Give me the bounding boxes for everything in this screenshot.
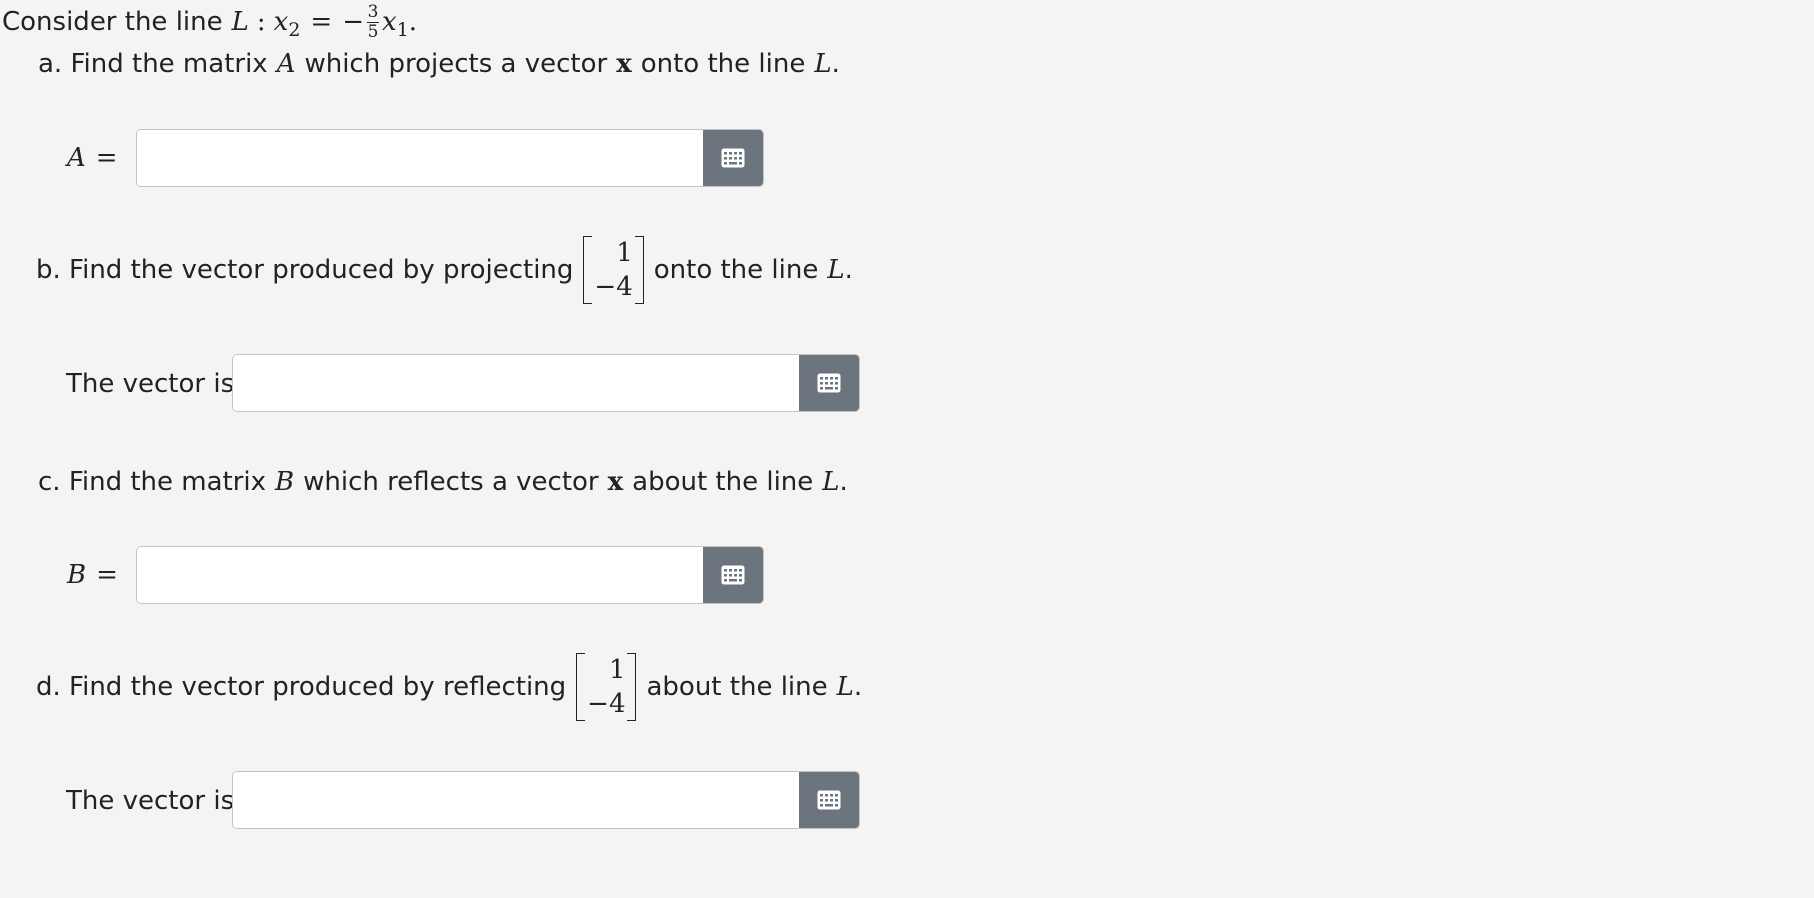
part-c-vector-name: x — [607, 467, 624, 497]
part-a-keyboard-button[interactable] — [703, 130, 763, 186]
part-d-vector-entry-2: −4 — [587, 689, 626, 719]
part-a-period: . — [831, 49, 840, 79]
part-b-vector-entry-1: 1 — [616, 238, 633, 268]
lhs-var: x — [273, 7, 289, 37]
colon: : — [256, 7, 266, 37]
part-c-question: c. Find the matrix B which reflects a ve… — [38, 464, 848, 500]
part-c-answer-var: B — [67, 560, 87, 590]
line-name: L — [231, 7, 249, 37]
fraction-numerator: 3 — [367, 1, 379, 22]
part-d-line-name: L — [836, 672, 854, 702]
part-a-question: a. Find the matrix A which projects a ve… — [38, 46, 840, 82]
part-b-period: . — [844, 255, 853, 285]
part-d-keyboard-button[interactable] — [799, 772, 859, 828]
part-a-line-name: L — [814, 49, 832, 79]
part-d-input-group — [232, 771, 860, 829]
keyboard-icon — [721, 565, 745, 585]
part-d-vector-entry-1: 1 — [608, 655, 626, 685]
part-a-answer-input[interactable] — [137, 130, 703, 186]
rhs-sub: 1 — [396, 19, 409, 41]
keyboard-icon — [721, 148, 745, 168]
part-d-question: d. Find the vector produced by reflectin… — [36, 645, 862, 729]
part-a-matrix-name: A — [276, 49, 296, 79]
part-a-input-group — [136, 129, 764, 187]
equals-sign: = — [310, 7, 333, 37]
part-c-keyboard-button[interactable] — [703, 547, 763, 603]
part-c-middle: which reflects a vector — [303, 467, 599, 497]
minus-sign: − — [342, 7, 365, 37]
part-a-vector-name: x — [616, 49, 632, 79]
part-d-period: . — [853, 672, 863, 702]
fraction: 3 5 — [367, 1, 380, 42]
part-d-prefix: d. Find the vector produced by reflectin… — [36, 672, 567, 702]
keyboard-icon — [817, 373, 841, 393]
part-d-answer-input[interactable] — [233, 772, 799, 828]
part-c-answer-input[interactable] — [137, 547, 703, 603]
part-c-answer-eq: = — [96, 560, 118, 590]
part-d-column-vector: 1 −4 — [576, 653, 637, 721]
lhs-sub: 2 — [288, 19, 301, 41]
fraction-denominator: 5 — [367, 21, 379, 42]
part-b-input-group — [232, 354, 860, 412]
part-c-suffix: about the line — [632, 467, 814, 497]
part-d-answer-label: The vector is — [66, 783, 234, 819]
part-c-period: . — [839, 467, 848, 497]
part-d-suffix: about the line — [646, 672, 828, 702]
part-c-prefix: c. Find the matrix — [38, 467, 267, 497]
problem-statement: Consider the line L : x2 = − 3 5 x1. — [2, 1, 418, 42]
part-b-line-name: L — [827, 255, 845, 285]
part-b-answer-input[interactable] — [233, 355, 799, 411]
part-a-middle: which projects a vector — [304, 49, 608, 79]
part-c-line-name: L — [822, 467, 840, 497]
part-b-question: b. Find the vector produced by projectin… — [36, 228, 853, 312]
part-c-input-group — [136, 546, 764, 604]
part-b-answer-label: The vector is — [66, 366, 234, 402]
part-b-prefix: b. Find the vector produced by projectin… — [36, 255, 574, 285]
part-b-answer-label-text: The vector is — [66, 369, 235, 399]
part-a-answer-eq: = — [95, 143, 118, 173]
part-a-prefix: a. Find the matrix — [38, 49, 268, 79]
intro-period: . — [408, 7, 418, 37]
part-c-matrix-name: B — [275, 467, 295, 497]
part-a-answer-var: A — [67, 143, 86, 173]
part-b-vector-entry-2: −4 — [594, 272, 633, 302]
part-b-keyboard-button[interactable] — [799, 355, 859, 411]
intro-text: Consider the line — [2, 7, 223, 37]
part-a-answer-label: A = — [67, 140, 118, 176]
part-b-suffix: onto the line — [653, 255, 819, 285]
rhs-var: x — [382, 7, 397, 37]
part-c-answer-label: B = — [67, 557, 118, 593]
keyboard-icon — [817, 790, 841, 810]
part-d-answer-label-text: The vector is — [66, 786, 235, 816]
part-b-column-vector: 1 −4 — [583, 236, 644, 304]
part-a-suffix: onto the line — [640, 49, 806, 79]
